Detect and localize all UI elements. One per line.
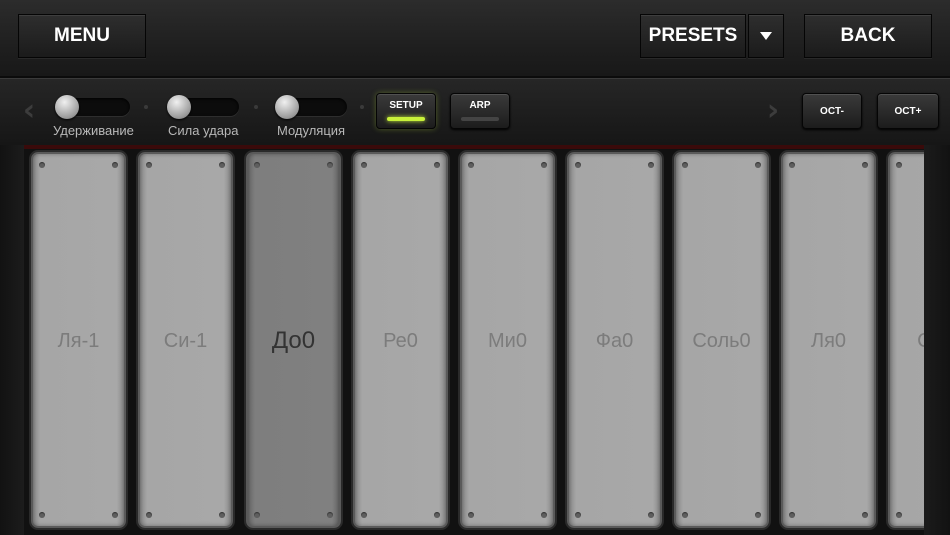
screw-icon [682, 162, 688, 168]
screw-icon [361, 162, 367, 168]
screw-icon [575, 512, 581, 518]
setup-label: SETUP [389, 100, 423, 111]
key-sol0[interactable]: Соль0 [674, 152, 769, 528]
key-label: Ля0 [810, 330, 847, 352]
keyboard-right-edge [924, 145, 950, 535]
key-label: Фа0 [595, 330, 634, 352]
arp-label: ARP [469, 100, 491, 111]
divider-dot [360, 105, 364, 109]
screw-icon [575, 162, 581, 168]
presets-dropdown-button[interactable] [748, 14, 784, 58]
key-la-minus1[interactable]: Ля-1 [31, 152, 126, 528]
screw-icon [541, 162, 547, 168]
screw-icon [254, 162, 260, 168]
screw-icon [789, 162, 795, 168]
chevron-left-icon[interactable]: ‹ [18, 93, 40, 128]
control-bar: ‹ Удерживание Сила удара Модуляция SETUP… [0, 78, 950, 145]
key-la0[interactable]: Ля0 [781, 152, 876, 528]
keyboard: Ля-1 Си-1 До0 Ре0 Ми0 Фа0 Соль0 Ля0 Си0 [24, 145, 924, 535]
triangle-down-icon [760, 32, 772, 40]
sustain-slider[interactable] [55, 95, 130, 119]
screw-icon [789, 512, 795, 518]
key-si0[interactable]: Си0 [888, 152, 924, 528]
key-label: Ми0 [488, 330, 527, 352]
key-label: Ля-1 [57, 330, 100, 352]
screw-icon [361, 512, 367, 518]
screw-icon [146, 162, 152, 168]
screw-icon [434, 512, 440, 518]
screw-icon [468, 512, 474, 518]
screw-icon [648, 162, 654, 168]
key-mi0[interactable]: Ми0 [460, 152, 555, 528]
screw-icon [682, 512, 688, 518]
screw-icon [896, 162, 902, 168]
screw-icon [219, 512, 225, 518]
screw-icon [112, 512, 118, 518]
key-label: Ре0 [383, 330, 418, 352]
screw-icon [648, 512, 654, 518]
setup-button[interactable]: SETUP [376, 93, 436, 129]
screw-icon [39, 512, 45, 518]
screw-icon [862, 162, 868, 168]
screw-icon [862, 512, 868, 518]
modulation-slider[interactable] [275, 95, 347, 119]
arp-button[interactable]: ARP [450, 93, 510, 129]
key-label: Си0 [890, 330, 924, 353]
velocity-label: Сила удара [168, 123, 239, 138]
screw-icon [146, 512, 152, 518]
keyboard-left-edge [0, 145, 24, 535]
sustain-label: Удерживание [53, 123, 134, 138]
screw-icon [541, 512, 547, 518]
menu-button[interactable]: MENU [18, 14, 146, 58]
key-label: До0 [271, 327, 316, 354]
modulation-label: Модуляция [277, 123, 346, 138]
key-fa0[interactable]: Фа0 [567, 152, 662, 528]
top-bar: MENU PRESETS BACK [0, 0, 950, 78]
screw-icon [896, 512, 902, 518]
screw-icon [39, 162, 45, 168]
presets-button[interactable]: PRESETS [640, 14, 746, 58]
screw-icon [755, 162, 761, 168]
octave-down-label: OCT- [820, 106, 844, 117]
key-label: Соль0 [692, 330, 751, 352]
screw-icon [434, 162, 440, 168]
chevron-right-icon[interactable]: › [762, 93, 784, 128]
screw-icon [755, 512, 761, 518]
slider-knob[interactable] [275, 95, 299, 119]
key-do0[interactable]: До0 [246, 152, 341, 528]
key-re0[interactable]: Ре0 [353, 152, 448, 528]
divider-dot [144, 105, 148, 109]
key-label: Си-1 [163, 330, 208, 352]
screw-icon [468, 162, 474, 168]
key-si-minus1[interactable]: Си-1 [138, 152, 233, 528]
octave-down-button[interactable]: OCT- [802, 93, 862, 129]
arp-led-indicator [461, 117, 499, 121]
screw-icon [254, 512, 260, 518]
octave-up-button[interactable]: OCT+ [877, 93, 939, 129]
setup-led-indicator [387, 117, 425, 121]
octave-up-label: OCT+ [894, 106, 922, 117]
screw-icon [219, 162, 225, 168]
velocity-slider[interactable] [167, 95, 239, 119]
slider-knob[interactable] [55, 95, 79, 119]
divider-dot [254, 105, 258, 109]
screw-icon [327, 162, 333, 168]
screw-icon [327, 512, 333, 518]
slider-knob[interactable] [167, 95, 191, 119]
screw-icon [112, 162, 118, 168]
back-button[interactable]: BACK [804, 14, 932, 58]
